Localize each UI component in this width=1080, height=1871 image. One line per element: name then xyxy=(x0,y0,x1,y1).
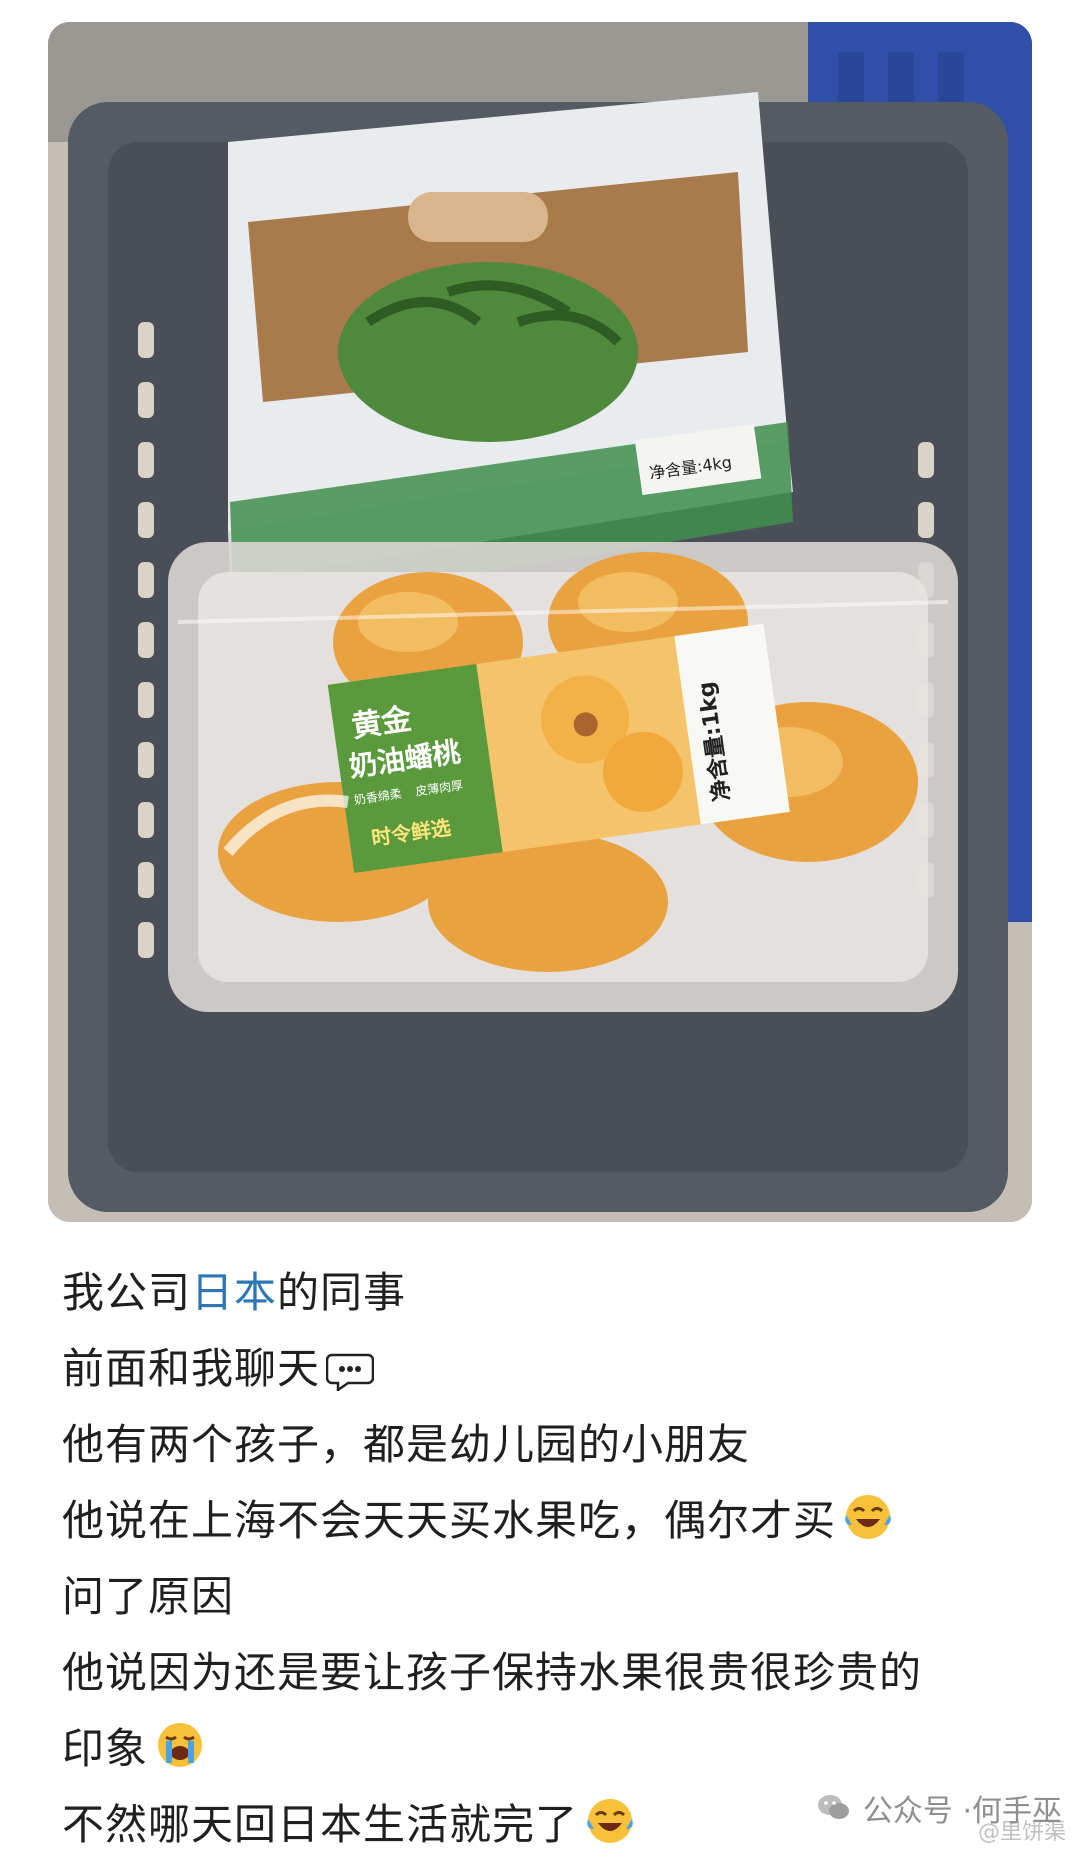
post-line-4: 他说在上海不会天天买水果吃，偶尔才买 xyxy=(62,1483,1042,1559)
link-japan[interactable]: 日本 xyxy=(191,1268,277,1317)
post-line-text: 的同事 xyxy=(277,1268,407,1317)
speech-bubble-icon xyxy=(325,1339,375,1415)
post-line-6: 他说因为还是要让孩子保持水果很贵很珍贵的 xyxy=(62,1635,1042,1711)
post-line-text: 不然哪天回日本生活就完了 xyxy=(62,1800,579,1849)
post-line-text: 他说在上海不会天天买水果吃，偶尔才买 xyxy=(62,1496,837,1545)
tears-of-joy-icon xyxy=(584,1795,636,1871)
post-line-text: 印象 xyxy=(62,1724,149,1773)
post-card: 净含量:4kg 黄金 奶油蟠桃 奶香绵柔 皮薄肉厚 时令鲜选 净含量:1kg 我… xyxy=(0,0,1080,1849)
watermark-text: @里饼渠 xyxy=(977,1820,1066,1845)
post-line-3: 他有两个孩子，都是幼儿园的小朋友 xyxy=(62,1407,1042,1483)
footer-account-prefix: 公众号 · xyxy=(862,1794,972,1829)
post-line-text: 问了原因 xyxy=(62,1572,235,1621)
post-line-text: 我公司 xyxy=(62,1268,192,1317)
tears-of-joy-icon xyxy=(842,1491,894,1567)
wechat-icon xyxy=(815,1789,853,1827)
loudly-crying-icon xyxy=(154,1719,206,1795)
post-line-text: 他说因为还是要让孩子保持水果很贵很珍贵的 xyxy=(62,1648,923,1697)
post-line-5: 问了原因 xyxy=(62,1559,1042,1635)
post-text: 我公司日本的同事 前面和我聊天 他有两个孩子，都是幼儿园的小朋友 他说在上海不会… xyxy=(62,1255,1042,1863)
post-line-text: 前面和我聊天 xyxy=(62,1344,321,1393)
post-line-1: 我公司日本的同事 xyxy=(62,1255,1042,1331)
post-line-text: 他有两个孩子，都是幼儿园的小朋友 xyxy=(62,1420,751,1469)
post-line-2: 前面和我聊天 xyxy=(62,1331,1042,1407)
post-photo[interactable]: 净含量:4kg 黄金 奶油蟠桃 奶香绵柔 皮薄肉厚 时令鲜选 净含量:1kg xyxy=(48,22,1032,1222)
post-line-7: 印象 xyxy=(62,1711,1042,1787)
